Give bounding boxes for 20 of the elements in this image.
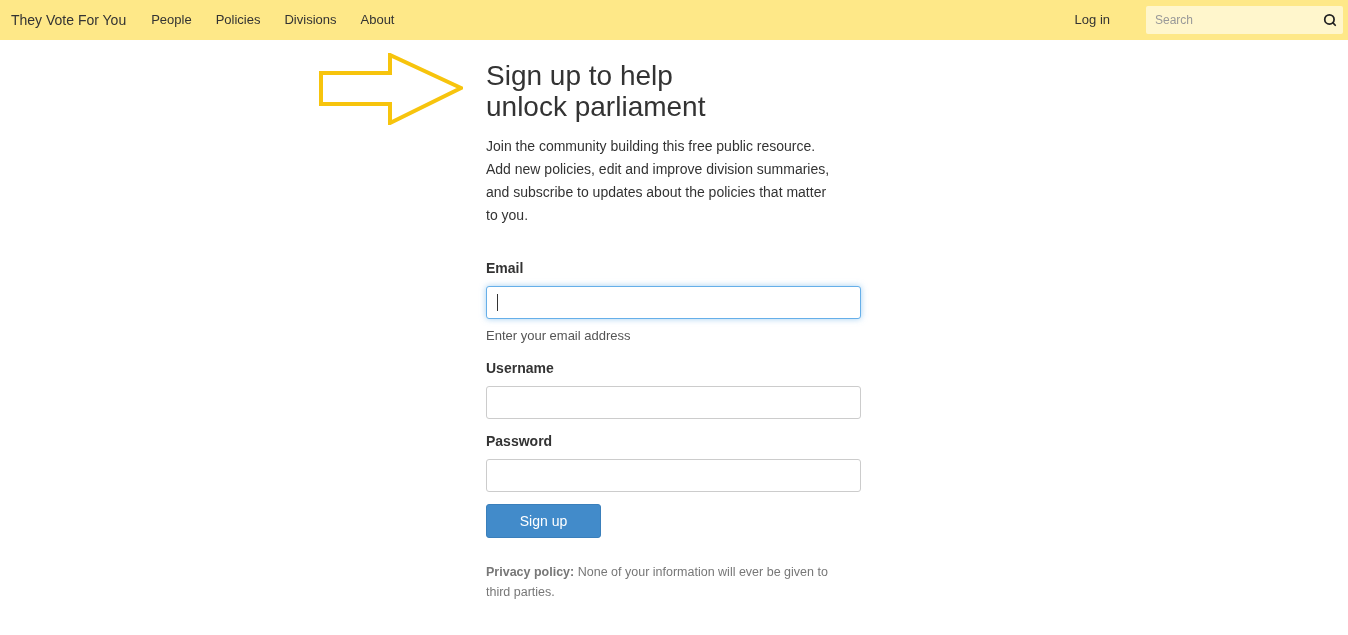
privacy-policy-text: Privacy policy: None of your information will ever be given to third parties. xyxy=(486,564,829,601)
nav-link[interactable]: About xyxy=(360,10,395,30)
brand-link[interactable]: They Vote For You xyxy=(11,9,127,31)
nav-link[interactable]: People xyxy=(151,10,192,30)
text-cursor-icon xyxy=(497,294,498,311)
intro-paragraph: Join the community building this free public resource. Add new policies, edit and improve division summaries, and subscribe to updates about the policies that matter to you. xyxy=(486,137,831,225)
field-label: Password xyxy=(486,432,553,451)
input-field[interactable] xyxy=(486,459,861,492)
sign-up-button[interactable]: Sign up xyxy=(486,504,601,538)
input-field[interactable] xyxy=(486,386,861,419)
nav-link[interactable]: Policies xyxy=(215,10,261,30)
search-icon[interactable] xyxy=(1323,13,1337,27)
input-field[interactable] xyxy=(486,286,861,319)
search-field[interactable]: Search xyxy=(1146,6,1343,34)
field-label: Email xyxy=(486,259,524,278)
page-heading: Sign up to help unlock parliament xyxy=(486,60,707,122)
login-link[interactable]: Log in xyxy=(1074,10,1110,30)
nav-link[interactable]: Divisions xyxy=(284,10,337,30)
field-label: Username xyxy=(486,359,554,378)
field-help-text: Enter your email address xyxy=(486,327,631,345)
